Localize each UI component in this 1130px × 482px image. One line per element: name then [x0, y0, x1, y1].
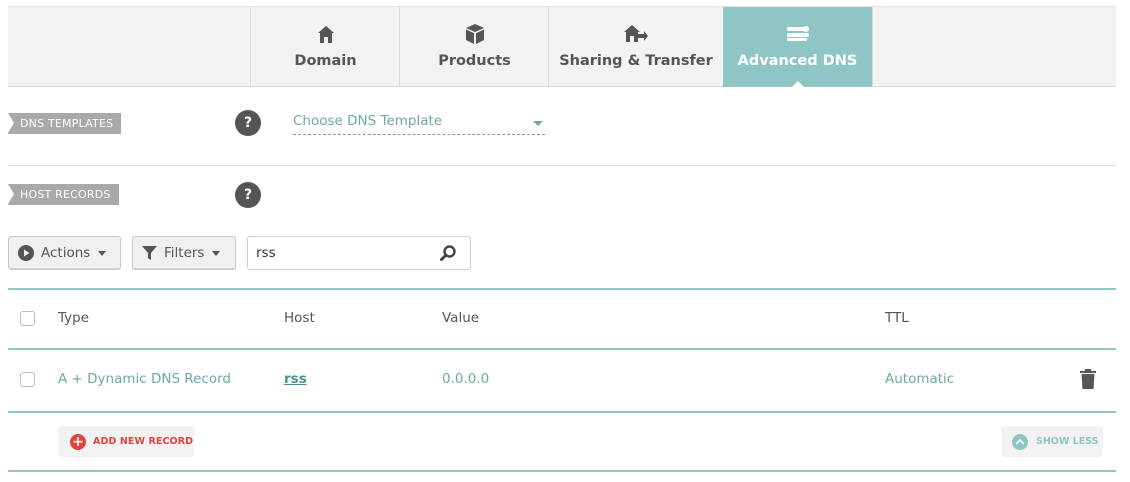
dns-template-select-value: Choose DNS Template: [293, 113, 443, 129]
column-header-host: Host: [284, 310, 315, 326]
search-input[interactable]: [256, 244, 436, 262]
tab-label: Domain: [294, 53, 357, 69]
tab-products[interactable]: Products: [399, 7, 549, 87]
tab-label: Advanced DNS: [737, 53, 858, 69]
column-header-ttl: TTL: [885, 310, 909, 326]
filters-button-label: Filters: [164, 245, 205, 261]
record-host[interactable]: rss: [284, 371, 307, 387]
plus-circle-icon: +: [70, 433, 86, 450]
funnel-icon: [142, 245, 157, 261]
actions-button-label: Actions: [41, 245, 91, 261]
select-all-checkbox[interactable]: [20, 311, 35, 326]
dns-templates-help-icon[interactable]: ?: [235, 110, 261, 136]
house-transfer-icon: [624, 24, 648, 44]
chevron-up-icon: [1012, 433, 1028, 450]
dns-template-select[interactable]: Choose DNS Template: [293, 113, 545, 135]
tab-bar: Domain Products Sharing & Transfer Advan…: [8, 6, 1116, 88]
add-new-record-label: ADD NEW RECORD: [93, 436, 194, 447]
record-type[interactable]: A + Dynamic DNS Record: [58, 371, 231, 387]
tab-advanced-dns[interactable]: Advanced DNS: [723, 7, 872, 88]
table-header-border: [8, 348, 1116, 350]
column-header-value: Value: [442, 310, 480, 326]
play-circle-icon: [18, 245, 34, 261]
table-top-border: [8, 288, 1116, 290]
chevron-down-icon: [98, 250, 107, 256]
record-ttl[interactable]: Automatic: [885, 371, 954, 387]
server-stack-icon: [786, 24, 810, 44]
host-records-help-icon[interactable]: ?: [235, 182, 261, 208]
actions-button[interactable]: Actions: [8, 236, 121, 270]
tab-sharing-transfer[interactable]: Sharing & Transfer: [548, 7, 723, 87]
trash-icon[interactable]: [1080, 369, 1096, 393]
table-row-border: [8, 411, 1116, 413]
tab-domain[interactable]: Domain: [250, 7, 400, 87]
row-checkbox[interactable]: [20, 372, 35, 387]
search-icon[interactable]: [440, 245, 456, 265]
tab-label: Products: [438, 53, 511, 69]
chevron-down-icon: [533, 121, 543, 126]
record-value[interactable]: 0.0.0.0: [442, 371, 489, 387]
section-divider: [8, 165, 1116, 166]
chevron-down-icon: [212, 250, 221, 256]
column-header-type: Type: [58, 310, 90, 326]
host-records-ribbon: HOST RECORDS: [8, 184, 119, 205]
tab-label: Sharing & Transfer: [559, 53, 713, 69]
show-less-label: SHOW LESS: [1036, 436, 1099, 447]
show-less-button[interactable]: SHOW LESS: [1001, 426, 1103, 457]
add-new-record-button[interactable]: + ADD NEW RECORD: [58, 426, 194, 457]
home-icon: [317, 24, 334, 44]
dns-templates-ribbon: DNS TEMPLATES: [8, 113, 122, 134]
table-bottom-border: [8, 470, 1116, 472]
box-icon: [465, 24, 485, 44]
filters-button[interactable]: Filters: [132, 236, 236, 270]
tab-divider: [872, 7, 873, 87]
search-box: [247, 236, 471, 270]
